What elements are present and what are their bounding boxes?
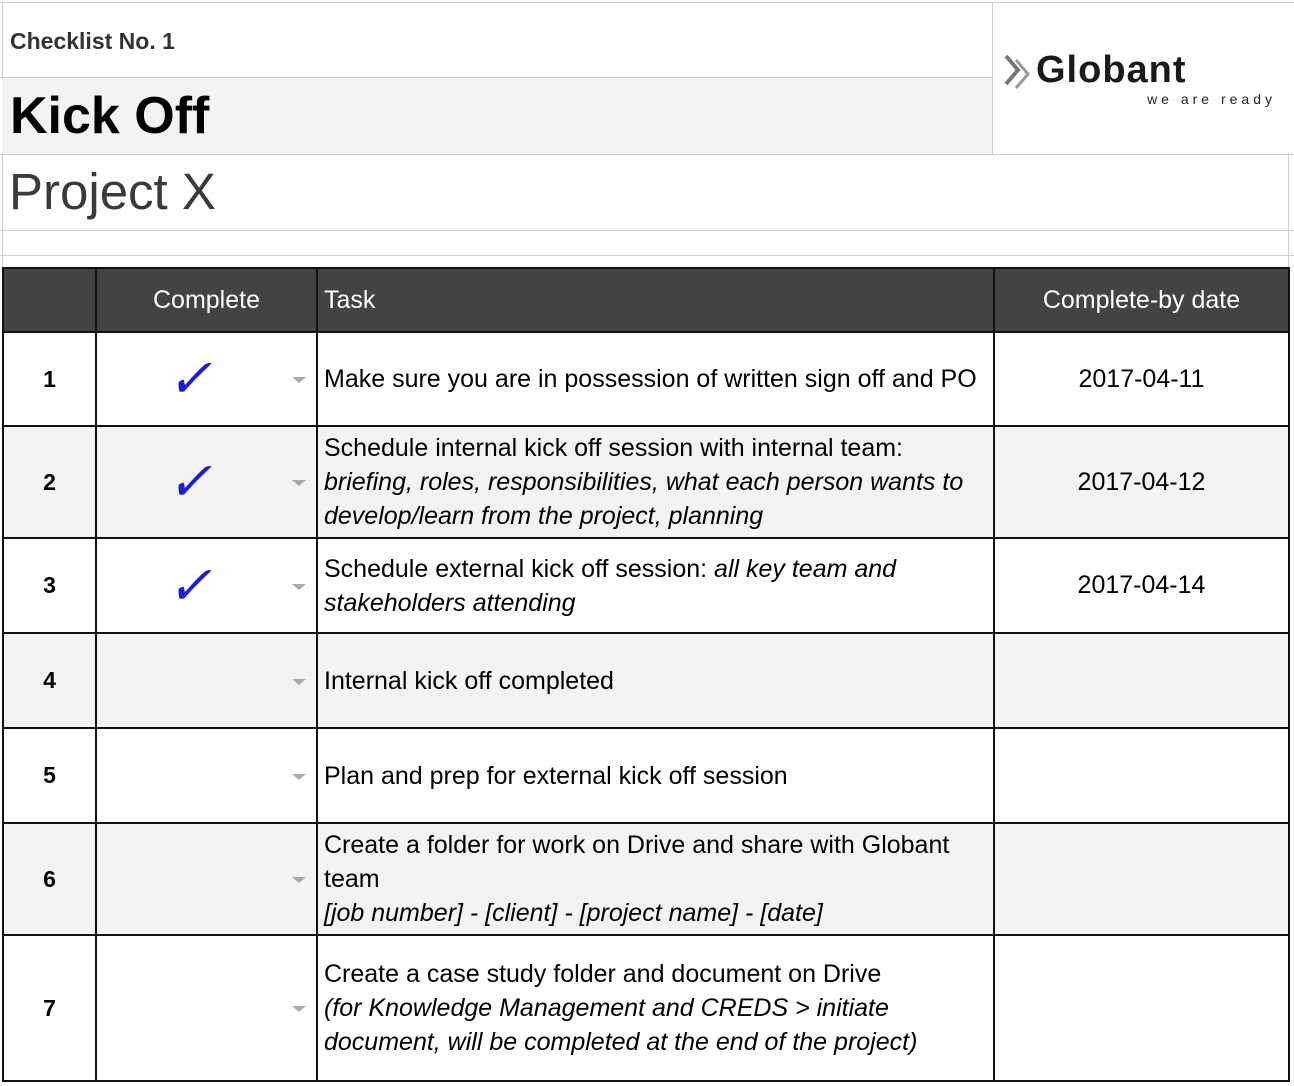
- task-cell: Make sure you are in possession of writt…: [318, 333, 995, 425]
- date-cell: [995, 824, 1288, 934]
- task-cell: Schedule internal kick off session with …: [318, 427, 995, 537]
- task-text: Internal kick off completed: [324, 666, 614, 695]
- date-cell: [995, 936, 1288, 1080]
- col-header-complete: Complete: [97, 269, 318, 331]
- dropdown-arrow-icon[interactable]: [292, 1006, 306, 1012]
- date-cell: 2017-04-11: [1078, 364, 1205, 393]
- checkmark-icon: ✓: [166, 349, 213, 409]
- complete-dropdown[interactable]: [97, 936, 318, 1080]
- row-number: 3: [4, 539, 97, 632]
- row-number: 5: [4, 729, 97, 822]
- checkmark-icon: ✓: [166, 452, 213, 512]
- table-row: 4 Internal kick off completed: [4, 634, 1288, 729]
- task-detail-text: (for Knowledge Management and CREDS > in…: [324, 994, 918, 1056]
- task-cell: Create a case study folder and document …: [318, 936, 995, 1080]
- task-detail-text: [job number] - [client] - [project name]…: [324, 899, 823, 927]
- logo-tagline: we are ready: [1147, 91, 1276, 107]
- logo-wordmark: Globant: [1036, 49, 1187, 91]
- task-text: Create a folder for work on Drive and sh…: [324, 831, 950, 893]
- dropdown-arrow-icon[interactable]: [292, 773, 306, 780]
- task-text: Schedule external kick off session:: [324, 554, 708, 583]
- task-text: Create a case study folder and document …: [324, 960, 882, 988]
- task-cell: Create a folder for work on Drive and sh…: [318, 824, 995, 934]
- date-cell: 2017-04-14: [1077, 571, 1206, 599]
- date-cell: [995, 634, 1288, 727]
- chevron-arrows-icon: [1004, 54, 1030, 89]
- row-number: 6: [4, 824, 97, 934]
- task-text: Make sure you are in possession of writt…: [324, 365, 977, 393]
- complete-dropdown[interactable]: [97, 824, 318, 934]
- table-header-row: Complete Task Complete-by date: [4, 269, 1288, 333]
- task-text: Plan and prep for external kick off sess…: [324, 761, 788, 790]
- checklist-label: Checklist No. 1: [10, 28, 175, 54]
- project-name: Project X: [9, 163, 216, 220]
- dropdown-arrow-icon[interactable]: [292, 377, 306, 383]
- checklist-table: Complete Task Complete-by date 1 ✓ Make su…: [2, 267, 1290, 1082]
- row-number: 4: [4, 634, 97, 727]
- complete-dropdown[interactable]: [97, 634, 318, 727]
- task-cell: Schedule external kick off session: all …: [318, 539, 995, 632]
- col-header-number: [4, 269, 97, 331]
- task-text: Schedule internal kick off session with …: [324, 434, 904, 462]
- dropdown-arrow-icon[interactable]: [292, 678, 306, 685]
- table-row: 3 ✓ Schedule external kick off session: al…: [4, 539, 1288, 634]
- task-cell: Plan and prep for external kick off sess…: [318, 729, 995, 822]
- dropdown-arrow-icon[interactable]: [292, 583, 306, 590]
- task-cell: Internal kick off completed: [318, 634, 995, 727]
- table-row: 5 Plan and prep for external kick off ses…: [4, 729, 1288, 824]
- checkmark-icon: ✓: [166, 555, 213, 616]
- complete-dropdown[interactable]: ✓: [97, 539, 318, 632]
- page-title: Kick Off: [10, 87, 210, 145]
- complete-dropdown[interactable]: ✓: [97, 333, 318, 425]
- table-row: 7 Create a case study folder and document…: [4, 936, 1288, 1082]
- task-detail-text: briefing, roles, responsibilities, what …: [324, 468, 964, 530]
- col-header-task: Task: [318, 269, 995, 331]
- complete-dropdown[interactable]: [97, 729, 318, 822]
- row-number: 7: [4, 936, 97, 1080]
- date-cell: 2017-04-12: [1077, 467, 1206, 496]
- table-row: 6 Create a folder for work on Drive and s…: [4, 824, 1288, 936]
- complete-dropdown[interactable]: ✓: [97, 427, 318, 537]
- row-number: 2: [4, 427, 97, 537]
- date-cell: [995, 729, 1288, 822]
- table-row: 2 ✓ Schedule internal kick off session wit…: [4, 427, 1288, 539]
- dropdown-arrow-icon[interactable]: [292, 877, 306, 883]
- globant-logo: Globant we are ready: [1002, 49, 1282, 114]
- dropdown-arrow-icon[interactable]: [292, 480, 306, 486]
- table-row: 1 ✓ Make sure you are in possession of wri…: [4, 333, 1288, 427]
- col-header-date: Complete-by date: [1042, 285, 1241, 314]
- row-number: 1: [4, 333, 97, 425]
